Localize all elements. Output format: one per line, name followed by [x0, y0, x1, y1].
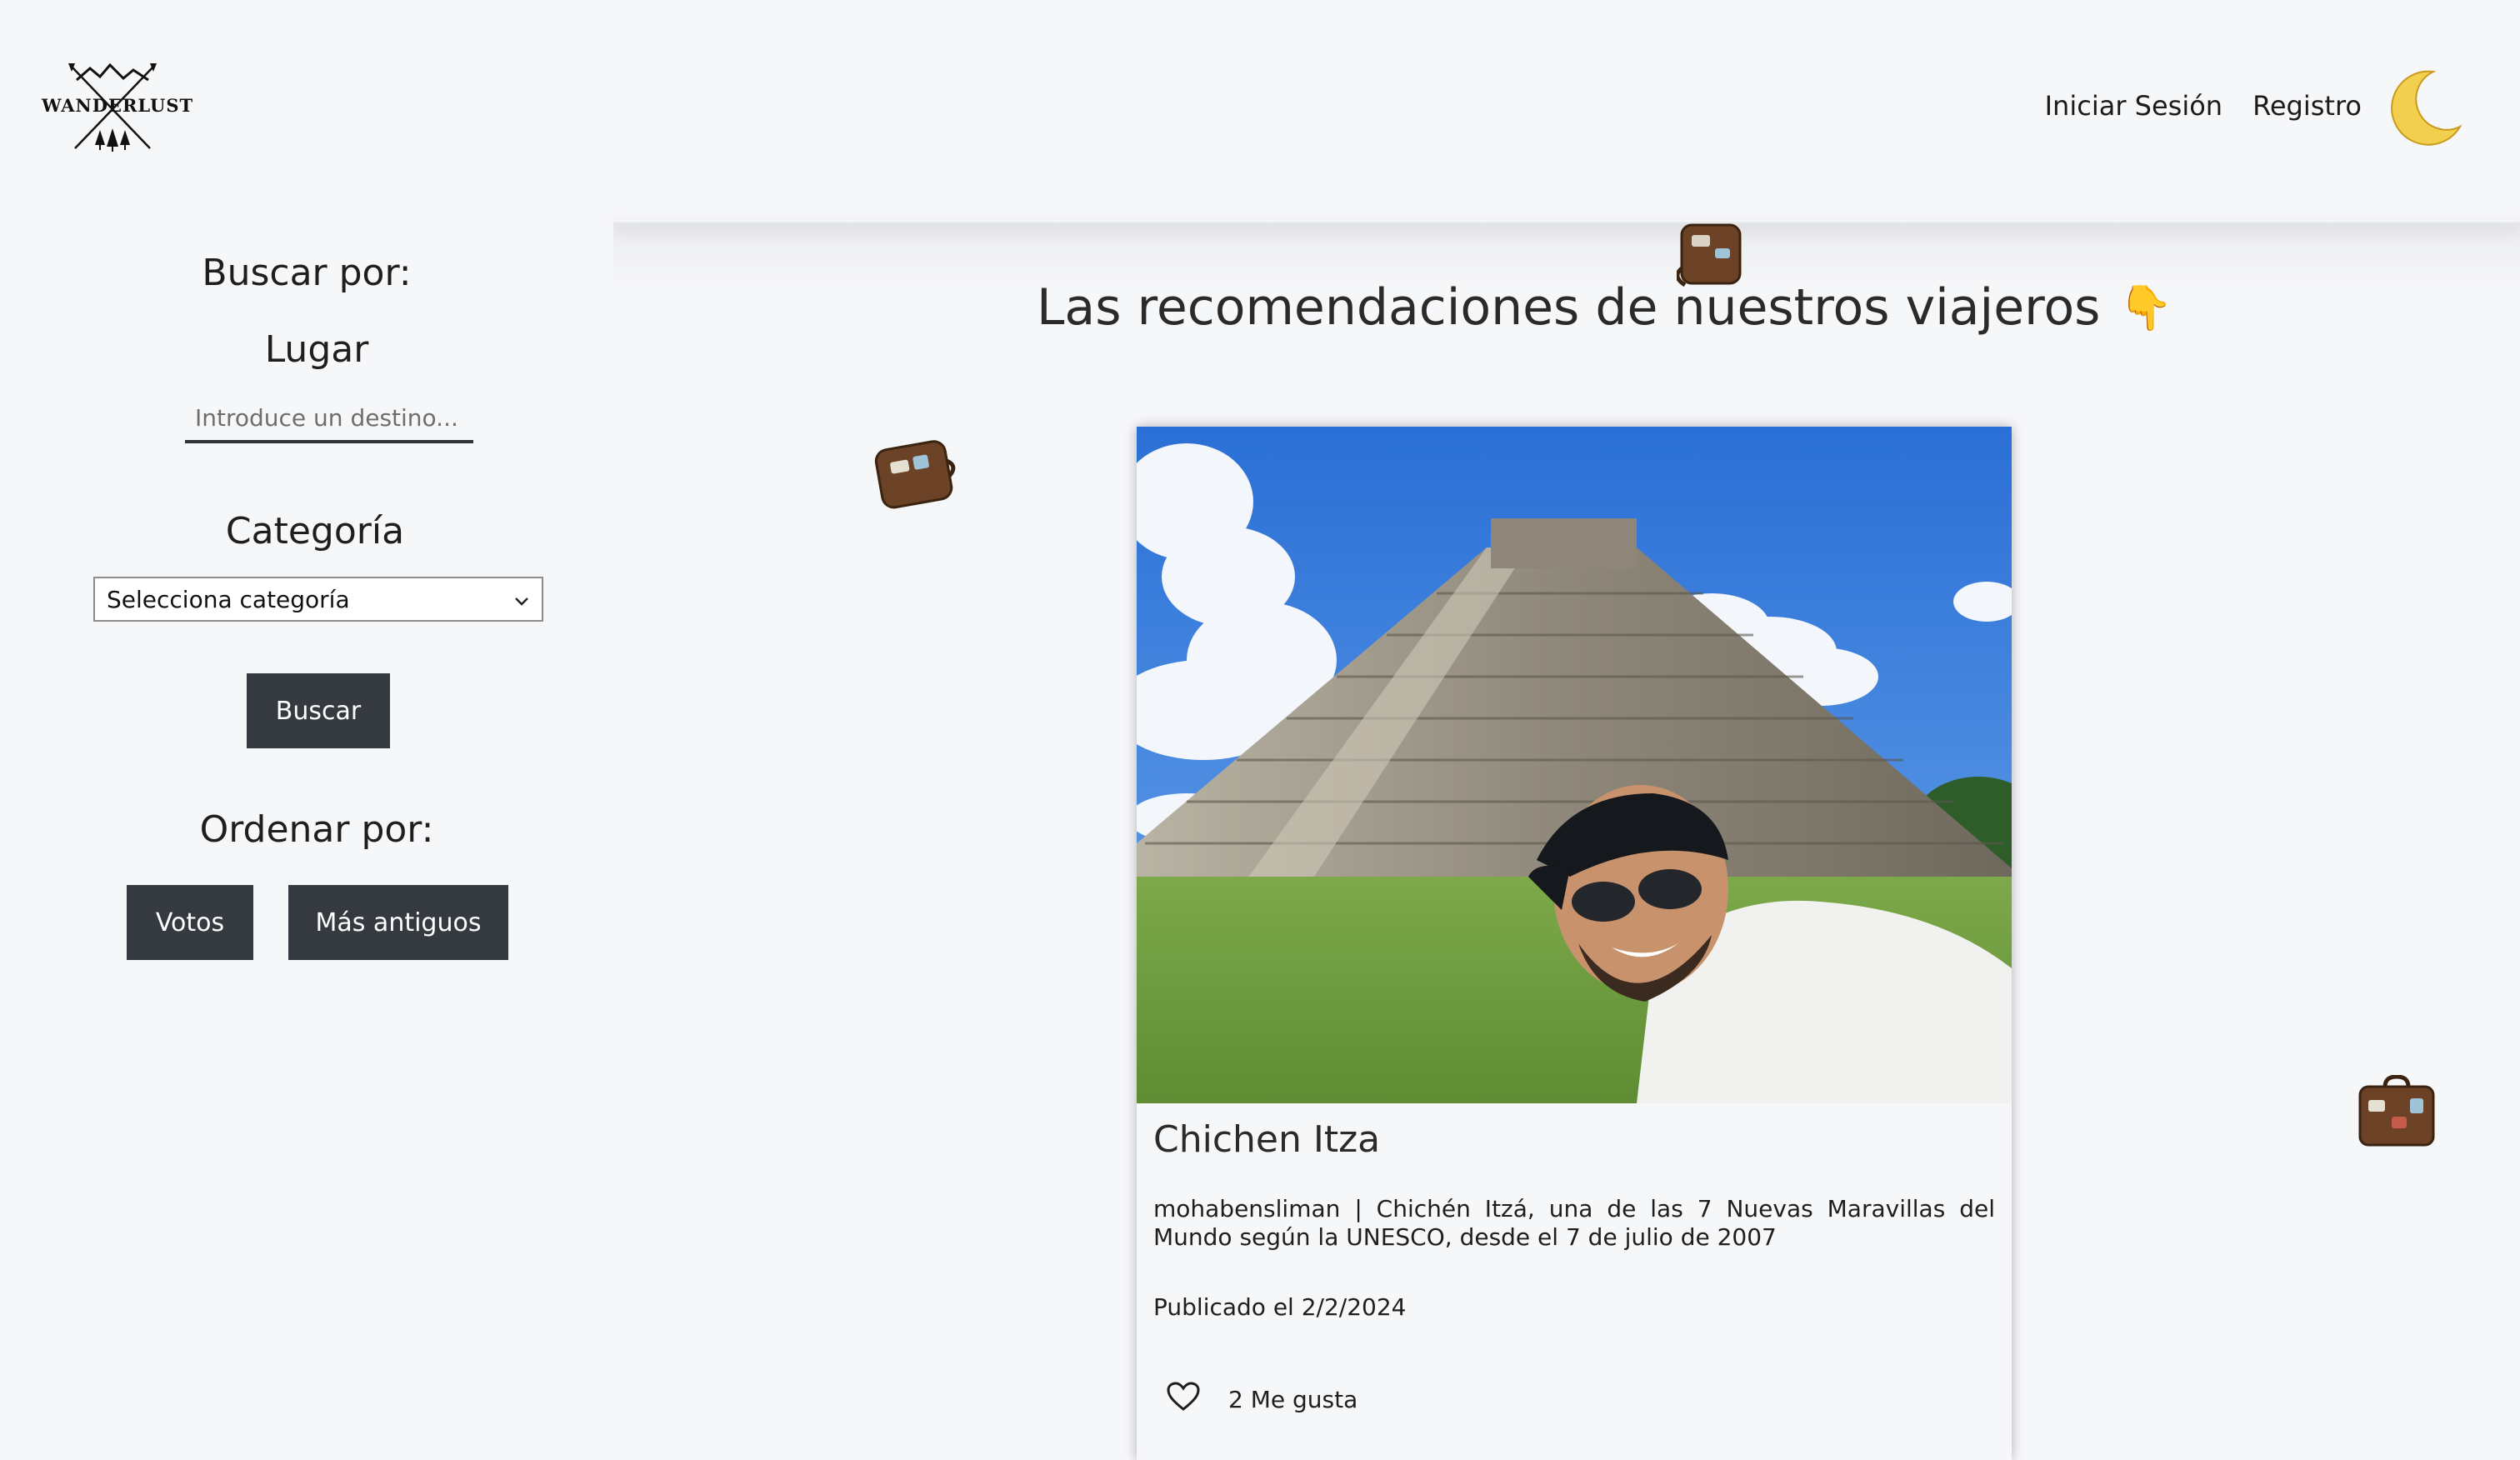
- heart-icon[interactable]: [1167, 1382, 1200, 1418]
- recommendation-card[interactable]: Chichen Itza mohabensliman | Chichén Itz…: [1137, 427, 2012, 1460]
- card-title: Chichen Itza: [1153, 1118, 1381, 1161]
- suitcase-icon: [2355, 1074, 2438, 1152]
- register-link[interactable]: Registro: [2252, 90, 2362, 122]
- page-title: Las recomendaciones de nuestros viajeros…: [1037, 278, 2172, 337]
- moon-icon[interactable]: [2383, 67, 2463, 147]
- page-title-text: Las recomendaciones de nuestros viajeros: [1037, 278, 2101, 337]
- destination-search-input[interactable]: [185, 395, 473, 443]
- category-label: Categoría: [225, 510, 405, 552]
- card-date: Publicado el 2/2/2024: [1153, 1293, 1407, 1321]
- top-nav: Iniciar Sesión Registro: [2045, 90, 2362, 122]
- chevron-down-icon: [513, 586, 530, 613]
- pointing-down-emoji: 👇: [2118, 282, 2173, 333]
- site-header: WANDERLUST Iniciar Sesión Registro: [0, 0, 2520, 222]
- logo-text: WANDERLUST: [42, 95, 194, 116]
- sort-by-heading: Ordenar por:: [199, 808, 434, 851]
- suitcase-icon: [1675, 218, 1760, 295]
- wanderlust-logo[interactable]: WANDERLUST: [42, 62, 194, 158]
- likes: 2 Me gusta: [1167, 1382, 1358, 1418]
- suitcase-icon: [873, 433, 957, 510]
- place-label: Lugar: [264, 328, 369, 371]
- sort-votes-button[interactable]: Votos: [127, 885, 253, 960]
- search-by-heading: Buscar por:: [202, 252, 412, 294]
- sort-oldest-button[interactable]: Más antiguos: [288, 885, 508, 960]
- login-link[interactable]: Iniciar Sesión: [2045, 90, 2222, 122]
- header-shadow: [613, 220, 2520, 223]
- card-photo: [1137, 427, 2012, 1103]
- search-button[interactable]: Buscar: [247, 673, 390, 748]
- likes-count: 2 Me gusta: [1228, 1386, 1358, 1413]
- filter-sidebar: Buscar por: Lugar Categoría Selecciona c…: [0, 222, 613, 1427]
- category-select-value: Selecciona categoría: [107, 585, 350, 613]
- category-select[interactable]: Selecciona categoría: [93, 577, 543, 622]
- card-description: mohabensliman | Chichén Itzá, una de las…: [1153, 1195, 1995, 1251]
